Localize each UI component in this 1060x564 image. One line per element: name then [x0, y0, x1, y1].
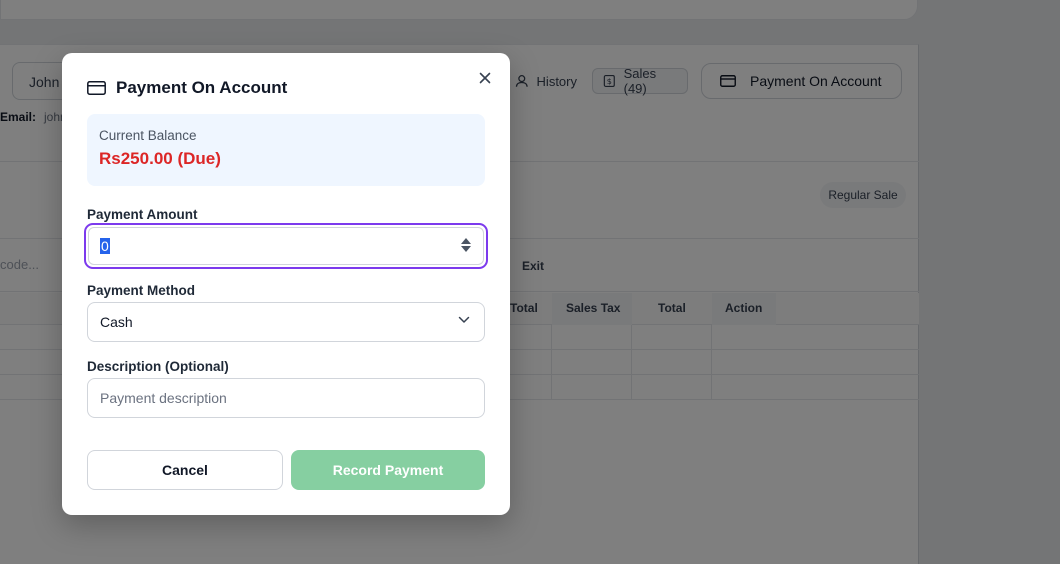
chevron-down-icon	[458, 316, 470, 323]
dialog-title: Payment On Account	[116, 78, 288, 97]
cancel-button[interactable]: Cancel	[87, 450, 283, 490]
increment-arrow-icon[interactable]	[461, 238, 471, 244]
payment-method-value: Cash	[100, 314, 133, 330]
dialog-header: Payment On Account	[87, 78, 287, 98]
description-placeholder: Payment description	[100, 390, 227, 406]
close-icon	[479, 72, 491, 84]
payment-on-account-dialog: Payment On Account Current Balance Rs250…	[62, 53, 510, 515]
record-payment-button[interactable]: Record Payment	[291, 450, 485, 490]
credit-card-icon	[87, 81, 106, 95]
payment-amount-value: 0	[100, 238, 110, 254]
number-spinner[interactable]	[461, 238, 471, 252]
description-label: Description (Optional)	[87, 359, 229, 374]
payment-amount-field[interactable]: 0	[88, 227, 484, 265]
current-balance-value: Rs250.00 (Due)	[99, 149, 221, 168]
payment-amount-label: Payment Amount	[87, 207, 198, 222]
payment-method-select[interactable]: Cash	[87, 302, 485, 342]
payment-method-label: Payment Method	[87, 283, 196, 298]
close-button[interactable]	[476, 69, 494, 87]
description-input[interactable]: Payment description	[87, 378, 485, 418]
decrement-arrow-icon[interactable]	[461, 246, 471, 252]
payment-amount-input[interactable]: 0	[84, 223, 488, 269]
current-balance-card: Current Balance Rs250.00 (Due)	[87, 114, 485, 186]
current-balance-label: Current Balance	[99, 128, 197, 143]
